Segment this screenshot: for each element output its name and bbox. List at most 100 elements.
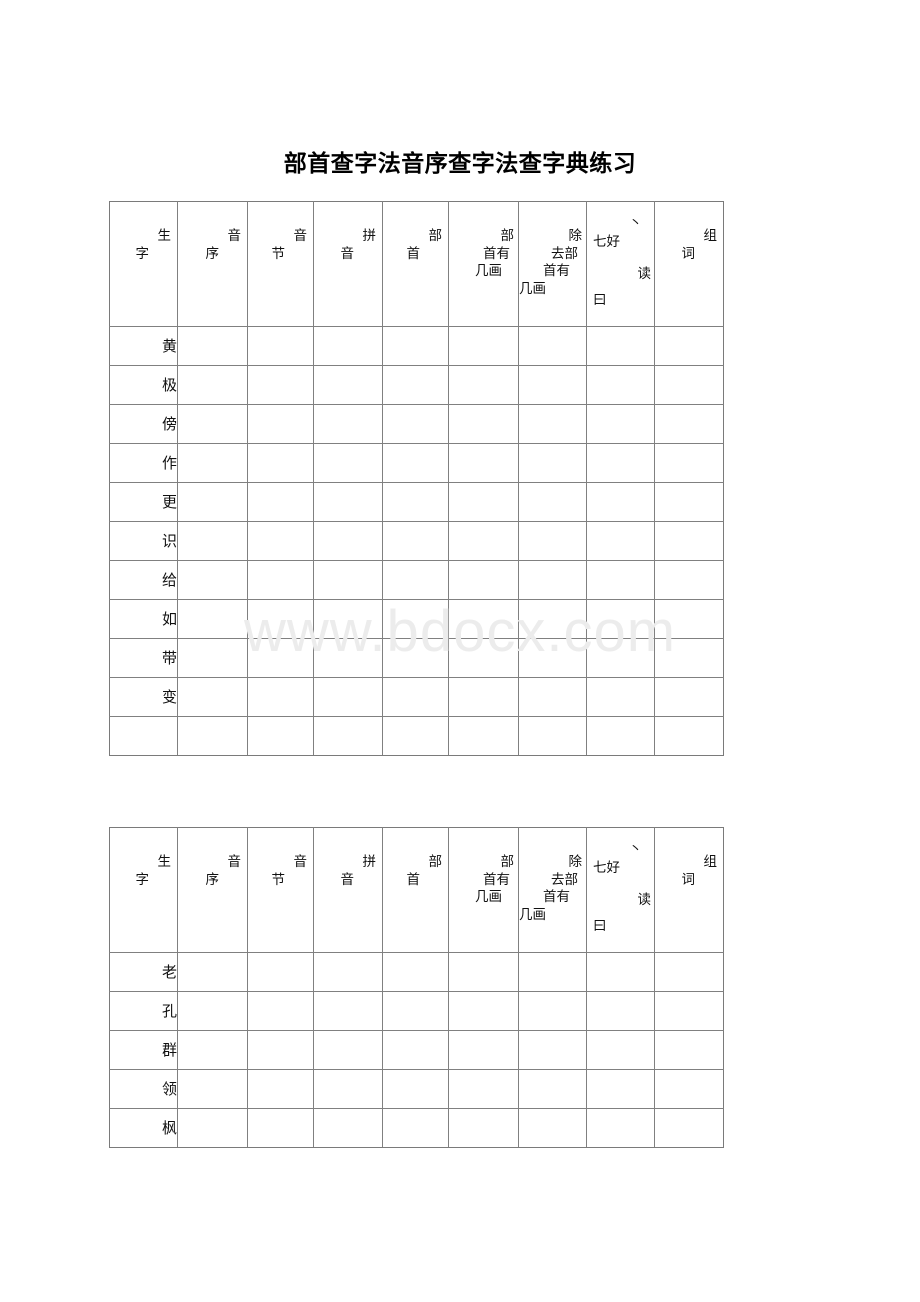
answer-cell[interactable]: [518, 677, 587, 717]
answer-cell[interactable]: [247, 1069, 314, 1109]
answer-cell[interactable]: [586, 1030, 655, 1070]
answer-cell[interactable]: [586, 1069, 655, 1109]
answer-cell[interactable]: [313, 443, 383, 483]
answer-cell[interactable]: [518, 1030, 587, 1070]
answer-cell[interactable]: [313, 952, 383, 992]
answer-cell[interactable]: [448, 1069, 519, 1109]
answer-cell[interactable]: [448, 991, 519, 1031]
answer-cell[interactable]: [518, 404, 587, 444]
answer-cell[interactable]: [382, 677, 449, 717]
answer-cell[interactable]: [247, 560, 314, 600]
answer-cell[interactable]: [382, 443, 449, 483]
answer-cell[interactable]: [382, 716, 449, 756]
answer-cell[interactable]: [247, 482, 314, 522]
answer-cell[interactable]: [247, 404, 314, 444]
answer-cell[interactable]: [654, 638, 724, 678]
answer-cell[interactable]: [448, 443, 519, 483]
answer-cell[interactable]: [382, 638, 449, 678]
answer-cell[interactable]: [313, 1069, 383, 1109]
answer-cell[interactable]: [586, 716, 655, 756]
answer-cell[interactable]: [382, 1030, 449, 1070]
answer-cell[interactable]: [586, 404, 655, 444]
answer-cell[interactable]: [518, 1069, 587, 1109]
answer-cell[interactable]: [177, 365, 248, 405]
answer-cell[interactable]: [177, 521, 248, 561]
answer-cell[interactable]: [177, 952, 248, 992]
answer-cell[interactable]: [654, 991, 724, 1031]
answer-cell[interactable]: [247, 365, 314, 405]
answer-cell[interactable]: [177, 443, 248, 483]
answer-cell[interactable]: [586, 326, 655, 366]
answer-cell[interactable]: [247, 599, 314, 639]
answer-cell[interactable]: [382, 404, 449, 444]
answer-cell[interactable]: [382, 1069, 449, 1109]
answer-cell[interactable]: [448, 638, 519, 678]
answer-cell[interactable]: [448, 482, 519, 522]
answer-cell[interactable]: [586, 599, 655, 639]
answer-cell[interactable]: [247, 443, 314, 483]
answer-cell[interactable]: [247, 677, 314, 717]
answer-cell[interactable]: [448, 560, 519, 600]
answer-cell[interactable]: [177, 638, 248, 678]
answer-cell[interactable]: [382, 482, 449, 522]
answer-cell[interactable]: [654, 716, 724, 756]
answer-cell[interactable]: [448, 326, 519, 366]
answer-cell[interactable]: [177, 482, 248, 522]
answer-cell[interactable]: [654, 443, 724, 483]
answer-cell[interactable]: [518, 716, 587, 756]
answer-cell[interactable]: [177, 991, 248, 1031]
answer-cell[interactable]: [448, 716, 519, 756]
answer-cell[interactable]: [247, 326, 314, 366]
answer-cell[interactable]: [382, 599, 449, 639]
answer-cell[interactable]: [247, 1030, 314, 1070]
answer-cell[interactable]: [586, 443, 655, 483]
answer-cell[interactable]: [518, 365, 587, 405]
answer-cell[interactable]: [313, 638, 383, 678]
answer-cell[interactable]: [654, 404, 724, 444]
answer-cell[interactable]: [654, 1069, 724, 1109]
answer-cell[interactable]: [518, 1108, 587, 1148]
answer-cell[interactable]: [382, 952, 449, 992]
answer-cell[interactable]: [518, 326, 587, 366]
answer-cell[interactable]: [654, 1030, 724, 1070]
answer-cell[interactable]: [313, 991, 383, 1031]
answer-cell[interactable]: [313, 599, 383, 639]
answer-cell[interactable]: [177, 404, 248, 444]
answer-cell[interactable]: [654, 326, 724, 366]
answer-cell[interactable]: [654, 952, 724, 992]
answer-cell[interactable]: [448, 599, 519, 639]
answer-cell[interactable]: [177, 1108, 248, 1148]
answer-cell[interactable]: [586, 521, 655, 561]
answer-cell[interactable]: [586, 1108, 655, 1148]
answer-cell[interactable]: [654, 677, 724, 717]
answer-cell[interactable]: [654, 560, 724, 600]
answer-cell[interactable]: [518, 991, 587, 1031]
answer-cell[interactable]: [313, 365, 383, 405]
answer-cell[interactable]: [247, 991, 314, 1031]
answer-cell[interactable]: [518, 560, 587, 600]
answer-cell[interactable]: [518, 482, 587, 522]
answer-cell[interactable]: [177, 716, 248, 756]
answer-cell[interactable]: [382, 1108, 449, 1148]
answer-cell[interactable]: [382, 991, 449, 1031]
answer-cell[interactable]: [177, 326, 248, 366]
answer-cell[interactable]: [382, 560, 449, 600]
answer-cell[interactable]: [247, 521, 314, 561]
answer-cell[interactable]: [382, 326, 449, 366]
answer-cell[interactable]: [313, 560, 383, 600]
answer-cell[interactable]: [586, 638, 655, 678]
answer-cell[interactable]: [586, 560, 655, 600]
answer-cell[interactable]: [586, 482, 655, 522]
answer-cell[interactable]: [518, 521, 587, 561]
answer-cell[interactable]: [448, 1030, 519, 1070]
answer-cell[interactable]: [518, 599, 587, 639]
answer-cell[interactable]: [177, 599, 248, 639]
answer-cell[interactable]: [313, 1108, 383, 1148]
answer-cell[interactable]: [448, 521, 519, 561]
answer-cell[interactable]: [654, 482, 724, 522]
answer-cell[interactable]: [448, 404, 519, 444]
answer-cell[interactable]: [654, 1108, 724, 1148]
answer-cell[interactable]: [313, 404, 383, 444]
answer-cell[interactable]: [313, 521, 383, 561]
answer-cell[interactable]: [313, 326, 383, 366]
